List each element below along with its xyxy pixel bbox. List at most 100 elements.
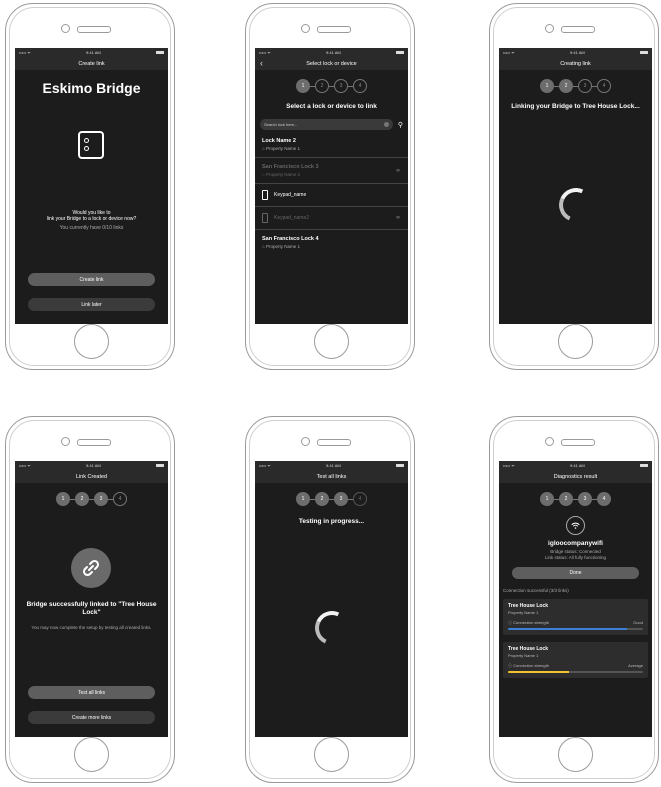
nav-title: Test all links <box>316 473 347 480</box>
property-name: Property Name 1 <box>265 244 300 249</box>
front-camera <box>545 437 554 446</box>
lock-name: San Francisco Lock 4 <box>262 236 319 242</box>
battery-icon <box>395 51 404 54</box>
step-2: 2 <box>75 492 89 506</box>
step-4: 4 <box>353 492 367 506</box>
success-subtext: You may now complete the setup by testin… <box>31 625 152 630</box>
lock-name: Lock Name 2 <box>262 138 296 144</box>
step-3: 3 <box>94 492 108 506</box>
battery-icon <box>155 464 164 467</box>
link-question-line2: link your Bridge to a lock or device now… <box>46 216 137 222</box>
status-bar: ••••• ᯤ 9:41 AM <box>15 461 168 470</box>
home-button[interactable] <box>558 324 593 359</box>
carrier-signal: ••••• ᯤ <box>259 462 271 468</box>
connection-card[interactable]: Tree House Lock Property Name 1 ⓘ Connec… <box>503 642 648 678</box>
carrier-signal: ••••• ᯤ <box>503 462 515 468</box>
step-2: 2 <box>315 492 329 506</box>
list-item[interactable]: San Francisco Lock 3 ⌂ Property Name 2 ⚭ <box>255 158 408 184</box>
search-input[interactable]: Search lock here... <box>260 119 393 130</box>
list-item[interactable]: Keypad_name2 ⚭ <box>255 207 408 230</box>
brand-heading: Eskimo Bridge <box>42 80 141 96</box>
linked-chain-icon: ⚭ <box>395 215 401 222</box>
list-item[interactable]: Keypad_name <box>255 184 408 207</box>
home-button[interactable] <box>314 324 349 359</box>
strength-bar-fill <box>508 628 627 630</box>
status-time: 9:41 AM <box>326 463 341 468</box>
status-time: 9:41 AM <box>326 50 341 55</box>
step-3: 3 <box>578 492 592 506</box>
nav-title: Link Created <box>75 473 108 480</box>
step-indicator: 1 2 3 4 <box>255 79 408 93</box>
nav-title: Create link <box>78 60 105 67</box>
list-item[interactable]: Lock Name 2 ⌂ Property Name 1 <box>255 132 408 158</box>
linked-chain-icon: ⚭ <box>395 168 401 175</box>
done-button[interactable]: Done <box>512 567 639 579</box>
search-icon[interactable]: ⚲ <box>398 121 403 129</box>
home-button[interactable] <box>74 324 109 359</box>
battery-icon <box>155 51 164 54</box>
create-link-button[interactable]: Create link <box>28 273 155 286</box>
home-button[interactable] <box>74 737 109 772</box>
step-3: 3 <box>334 79 348 93</box>
phone-diagnostics-result: ••••• ᯤ 9:41 AM Diagnostics result 1 2 3… <box>489 416 659 783</box>
nav-title: Select lock or device <box>306 60 357 67</box>
loading-spinner <box>554 183 598 227</box>
link-question: Would you like to link your Bridge to a … <box>15 210 168 231</box>
card-lock-name: Tree House Lock <box>508 646 549 652</box>
keypad-name: Keypad_name2 <box>274 215 310 221</box>
strength-label: Connection strength <box>513 620 549 625</box>
screen-creating-link: ••••• ᯤ 9:41 AM Creating link 1 2 3 4 Li… <box>499 48 652 324</box>
link-later-button[interactable]: Link later <box>28 298 155 311</box>
links-count-info: You currently have 0/10 links <box>59 225 124 231</box>
nav-bar: Creating link <box>499 57 652 70</box>
back-chevron-icon[interactable]: ‹ <box>260 58 263 68</box>
home-button[interactable] <box>314 737 349 772</box>
front-camera <box>61 437 70 446</box>
status-time: 9:41 AM <box>570 50 585 55</box>
step-4: 4 <box>597 79 611 93</box>
strength-bar <box>508 628 643 630</box>
nav-bar: Diagnostics result <box>499 470 652 483</box>
wifi-name: igloocompanywifi <box>548 540 603 547</box>
link-status: Link status: All fully functioning <box>544 555 607 560</box>
success-message: Bridge successfully linked to "Tree Hous… <box>26 601 157 616</box>
status-bar: ••••• ᯤ 9:41 AM <box>255 461 408 470</box>
speaker-grille <box>317 26 351 33</box>
battery-icon <box>639 464 648 467</box>
nav-bar: ‹ Select lock or device <box>255 57 408 70</box>
linking-message: Linking your Bridge to Tree House Lock..… <box>511 103 640 110</box>
step-1: 1 <box>56 492 70 506</box>
list-item[interactable]: San Francisco Lock 4 ⌂ Property Name 1 <box>255 230 408 255</box>
nav-bar: Test all links <box>255 470 408 483</box>
carrier-signal: ••••• ᯤ <box>19 49 31 55</box>
front-camera <box>301 24 310 33</box>
keypad-icon <box>262 213 268 223</box>
home-button[interactable] <box>558 737 593 772</box>
keypad-name: Keypad_name <box>274 192 307 198</box>
step-indicator: 1 2 3 4 <box>255 492 408 506</box>
step-4: 4 <box>597 492 611 506</box>
link-success-icon <box>71 548 111 588</box>
create-more-links-button[interactable]: Create more links <box>28 711 155 724</box>
strength-bar-fill <box>508 671 569 673</box>
connection-card[interactable]: Tree House Lock Property Name 1 ⓘ Connec… <box>503 599 648 635</box>
speaker-grille <box>561 26 595 33</box>
screen-select-lock: ••••• ᯤ 9:41 AM ‹ Select lock or device … <box>255 48 408 324</box>
nav-title: Creating link <box>560 60 591 67</box>
front-camera <box>61 24 70 33</box>
screen-link-created: ••••• ᯤ 9:41 AM Link Created 1 2 3 4 Bri… <box>15 461 168 737</box>
bridge-status: Bridge status: Connected <box>550 549 601 554</box>
step-indicator: 1 2 3 4 <box>15 492 168 506</box>
clear-icon[interactable] <box>383 122 389 127</box>
step-2: 2 <box>315 79 329 93</box>
test-all-links-button[interactable]: Test all links <box>28 686 155 699</box>
loading-spinner <box>310 606 354 650</box>
strength-bar <box>508 671 643 673</box>
status-bar: ••••• ᯤ 9:41 AM <box>499 48 652 57</box>
connection-summary: Connection successful (3/3 links) <box>503 588 569 593</box>
search-placeholder: Search lock here... <box>264 122 298 127</box>
status-bar: ••••• ᯤ 9:41 AM <box>255 48 408 57</box>
strength-value: Average <box>628 663 643 668</box>
testing-message: Testing in progress... <box>298 518 365 525</box>
phone-create-link: ••••• ᯤ 9:41 AM Create link Eskimo Bridg… <box>5 3 175 370</box>
